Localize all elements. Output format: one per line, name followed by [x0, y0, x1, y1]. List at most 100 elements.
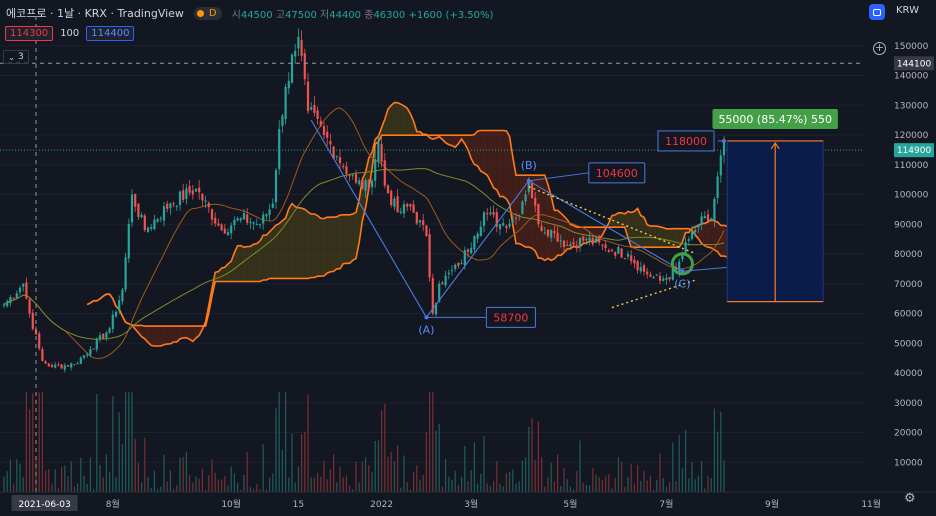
indicators-toggle[interactable]: ⌄ 3: [3, 50, 29, 64]
volume-bar: [195, 476, 197, 492]
volume-bar: [704, 488, 706, 492]
candle-body: [582, 236, 585, 241]
market-status-badge: D: [193, 6, 222, 20]
cloud-segment: [288, 203, 292, 279]
volume-bar: [115, 477, 117, 492]
currency-label[interactable]: KRW: [896, 5, 919, 16]
candle-body: [489, 212, 492, 215]
candle-body: [444, 275, 447, 286]
volume-bar: [550, 462, 552, 492]
volume-bar: [710, 477, 712, 492]
volume-bar: [61, 467, 63, 492]
volume-bar: [73, 486, 75, 492]
volume-bar: [649, 475, 651, 492]
candle-body: [575, 245, 578, 249]
candle-body: [198, 187, 201, 193]
candle-body: [242, 213, 246, 220]
candle-body: [466, 249, 470, 253]
candle-body: [508, 223, 511, 227]
candle-body: [502, 223, 505, 226]
volume-bar: [390, 451, 392, 492]
volume-bar: [6, 471, 8, 492]
candle-body: [454, 264, 457, 269]
cloud-segment: [317, 215, 321, 277]
cloud-segment: [276, 223, 280, 279]
candle-body: [258, 224, 262, 226]
volume-bar: [701, 460, 703, 492]
screenshot-icon[interactable]: [869, 4, 885, 20]
candle-body: [194, 188, 198, 192]
volume-bar: [406, 482, 408, 492]
cloud-segment: [394, 102, 398, 136]
buy-button[interactable]: 114400: [86, 26, 135, 41]
sell-button[interactable]: 114300: [5, 26, 54, 41]
candle-body: [412, 204, 415, 213]
cloud-segment: [660, 226, 664, 248]
volume-bar: [493, 481, 495, 492]
cloud-segment: [173, 326, 177, 343]
volume-bar: [230, 466, 232, 492]
volume-bar: [368, 465, 370, 492]
cloud-segment: [295, 206, 299, 279]
candle-body: [687, 239, 690, 241]
open-value: 44500: [240, 9, 273, 21]
candle-body: [556, 232, 559, 242]
candle-body: [223, 228, 226, 234]
candle-body: [159, 218, 162, 220]
candle-body: [44, 361, 47, 364]
candle-body: [50, 365, 54, 368]
market-status-dot-icon: [196, 9, 204, 17]
volume-bar: [125, 392, 127, 492]
candle-body: [2, 304, 6, 306]
ohlc-readout: 시44500 고47500 저44400 종46300 +1600 (+3.50…: [232, 6, 494, 21]
change-value: +1600 (+3.50%): [408, 9, 494, 21]
candle-body: [98, 335, 102, 339]
volume-bar: [288, 477, 290, 492]
volume-bar: [144, 437, 146, 492]
volume-bar: [355, 462, 357, 492]
volume-bar: [630, 463, 632, 492]
symbol-title[interactable]: 에코프로 · 1날 · KRX · TradingView: [6, 5, 184, 21]
volume-bar: [80, 457, 82, 492]
time-tick-label: 5월: [563, 498, 577, 510]
candle-body: [655, 274, 658, 276]
volume-bar: [371, 472, 373, 492]
candle-body: [383, 160, 386, 186]
candle-body: [569, 244, 572, 247]
volume-bar: [432, 392, 434, 492]
candle-body: [287, 80, 290, 89]
volume-bar: [707, 476, 709, 492]
candle-body: [594, 238, 598, 243]
candle-body: [351, 175, 354, 177]
cloud-segment: [298, 207, 302, 279]
volume-bar: [438, 423, 440, 492]
cloud-segment: [669, 228, 673, 248]
volume-bar: [19, 463, 21, 492]
candle-body: [79, 357, 82, 364]
candle-body: [406, 204, 409, 207]
candle-body: [73, 364, 76, 366]
cloud-segment: [618, 212, 622, 228]
volume-bar: [201, 468, 203, 492]
candle-body: [422, 220, 425, 226]
price-chart[interactable]: (A)58700(B)104600(C)7420055000 (85.47%) …: [0, 0, 936, 516]
add-alert-plus-icon[interactable]: +: [873, 42, 886, 55]
candle-body: [303, 53, 306, 80]
candle-body: [271, 203, 274, 208]
cloud-segment: [164, 326, 168, 345]
last-price-label: 114900: [897, 146, 932, 156]
candle-body: [386, 185, 390, 194]
cloud-segment: [324, 217, 328, 276]
wave-label: (B): [521, 159, 537, 172]
candle-body: [482, 212, 486, 226]
gear-icon[interactable]: ⚙: [904, 492, 918, 506]
candle-body: [354, 174, 358, 183]
cloud-segment: [285, 208, 289, 279]
price-tick-label: 10000: [894, 458, 923, 468]
quote-row: 114300 100 114400: [5, 26, 135, 41]
candle-body: [498, 224, 502, 230]
candle-body: [578, 237, 582, 248]
candle-body: [156, 219, 159, 222]
cloud-segment: [666, 228, 670, 248]
cloud-segment: [260, 235, 264, 282]
